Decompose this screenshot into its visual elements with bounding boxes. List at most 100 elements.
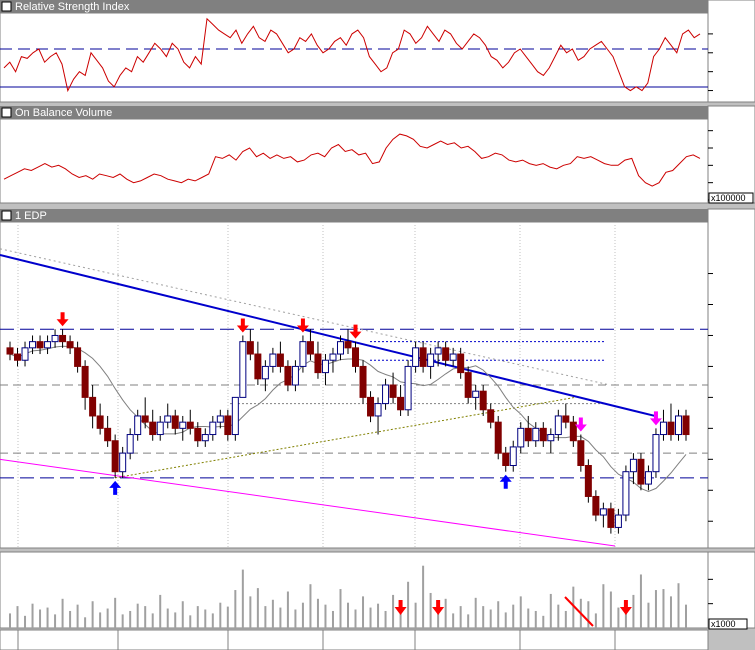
candle-body bbox=[209, 421, 217, 436]
candle-body bbox=[442, 347, 450, 361]
candle-body bbox=[404, 365, 412, 411]
candle-body bbox=[599, 508, 607, 516]
candle-body bbox=[494, 421, 502, 454]
candle-body bbox=[344, 341, 352, 349]
candle-body bbox=[66, 341, 74, 349]
candle-body bbox=[36, 341, 44, 349]
candle-body bbox=[419, 347, 427, 367]
candle-body bbox=[659, 421, 667, 436]
candle-body bbox=[126, 434, 134, 454]
candle-body bbox=[674, 415, 682, 436]
rsi-panel-icon[interactable] bbox=[1, 1, 12, 12]
volume-multiplier: x1000 bbox=[711, 619, 736, 629]
candle-body bbox=[179, 421, 187, 429]
candle-body bbox=[321, 359, 329, 374]
candle-body bbox=[59, 334, 67, 343]
candle-body bbox=[164, 415, 172, 423]
candle-body bbox=[464, 372, 472, 398]
rsi-title: Relative Strength Index bbox=[15, 1, 130, 13]
candle-body bbox=[524, 427, 532, 442]
rsi-axis bbox=[707, 0, 755, 103]
candle-body bbox=[592, 495, 600, 516]
candle-body bbox=[119, 452, 127, 473]
price-axis bbox=[707, 208, 755, 549]
candle-body bbox=[644, 471, 652, 485]
candle-body bbox=[547, 434, 555, 442]
candle-body bbox=[111, 440, 119, 473]
candle-body bbox=[51, 334, 59, 343]
candle-body bbox=[359, 365, 367, 398]
candle-body bbox=[291, 365, 299, 386]
candle-body bbox=[434, 347, 442, 355]
candle-body bbox=[584, 465, 592, 497]
candle-body bbox=[517, 427, 525, 448]
candle-body bbox=[577, 440, 585, 467]
candle-body bbox=[554, 415, 562, 436]
obv-panel: On Balance Volume x100000 bbox=[0, 105, 755, 204]
candle-body bbox=[389, 384, 397, 398]
candle-body bbox=[261, 365, 269, 380]
price-panel-icon[interactable] bbox=[1, 210, 12, 221]
obv-axis bbox=[707, 105, 755, 204]
candle-body bbox=[532, 427, 540, 442]
volume-axis bbox=[707, 551, 755, 629]
candle-body bbox=[81, 365, 89, 398]
obv-title: On Balance Volume bbox=[15, 107, 112, 119]
candle-body bbox=[472, 390, 480, 398]
candle-body bbox=[652, 434, 660, 473]
candle-body bbox=[397, 396, 405, 411]
candle-body bbox=[14, 353, 22, 361]
obv-plot-area bbox=[0, 118, 709, 204]
candle-body bbox=[156, 421, 164, 436]
candle-body bbox=[367, 396, 375, 417]
obv-multiplier: x100000 bbox=[711, 193, 746, 203]
candle-body bbox=[29, 341, 37, 349]
candle-body bbox=[562, 415, 570, 423]
candle-body bbox=[284, 365, 292, 386]
candle-body bbox=[336, 341, 344, 355]
candle-body bbox=[89, 396, 97, 417]
candle-body bbox=[502, 452, 510, 467]
candle-body bbox=[614, 514, 622, 528]
candle-body bbox=[509, 446, 517, 466]
rsi-panel: Relative Strength Index bbox=[0, 0, 755, 103]
time-axis bbox=[0, 629, 709, 650]
candle-body bbox=[239, 341, 247, 398]
time-axis-bar bbox=[0, 629, 709, 650]
candle-body bbox=[449, 353, 457, 361]
price-panel: 1 EDP bbox=[0, 208, 755, 549]
candle-body bbox=[314, 353, 322, 374]
candle-body bbox=[299, 341, 307, 367]
candle-body bbox=[171, 415, 179, 429]
candle-body bbox=[216, 415, 224, 423]
candle-body bbox=[6, 347, 14, 355]
candle-body bbox=[149, 421, 157, 436]
candle-body bbox=[74, 347, 82, 367]
candle-body bbox=[186, 421, 194, 429]
candle-body bbox=[194, 427, 202, 442]
rsi-plot-area bbox=[0, 12, 709, 103]
candle-body bbox=[457, 353, 465, 374]
candle-body bbox=[96, 415, 104, 429]
candle-body bbox=[352, 347, 360, 367]
candle-body bbox=[269, 353, 277, 367]
candle-body bbox=[622, 471, 630, 516]
candle-body bbox=[412, 347, 420, 367]
candle-body bbox=[667, 421, 675, 436]
volume-plot-area bbox=[0, 551, 709, 629]
candle-body bbox=[487, 409, 495, 423]
candle-body bbox=[276, 353, 284, 367]
candle-body bbox=[306, 341, 314, 355]
candle-body bbox=[21, 347, 29, 361]
obv-panel-icon[interactable] bbox=[1, 107, 12, 118]
price-titlebar bbox=[0, 209, 708, 222]
candle-body bbox=[254, 353, 262, 380]
candle-body bbox=[231, 396, 239, 436]
candle-body bbox=[682, 415, 690, 436]
candle-body bbox=[382, 384, 390, 405]
candle-body bbox=[224, 415, 232, 436]
candle-body bbox=[607, 508, 615, 528]
candle-body bbox=[374, 403, 382, 417]
candle-body bbox=[44, 341, 52, 349]
candle-body bbox=[479, 390, 487, 411]
